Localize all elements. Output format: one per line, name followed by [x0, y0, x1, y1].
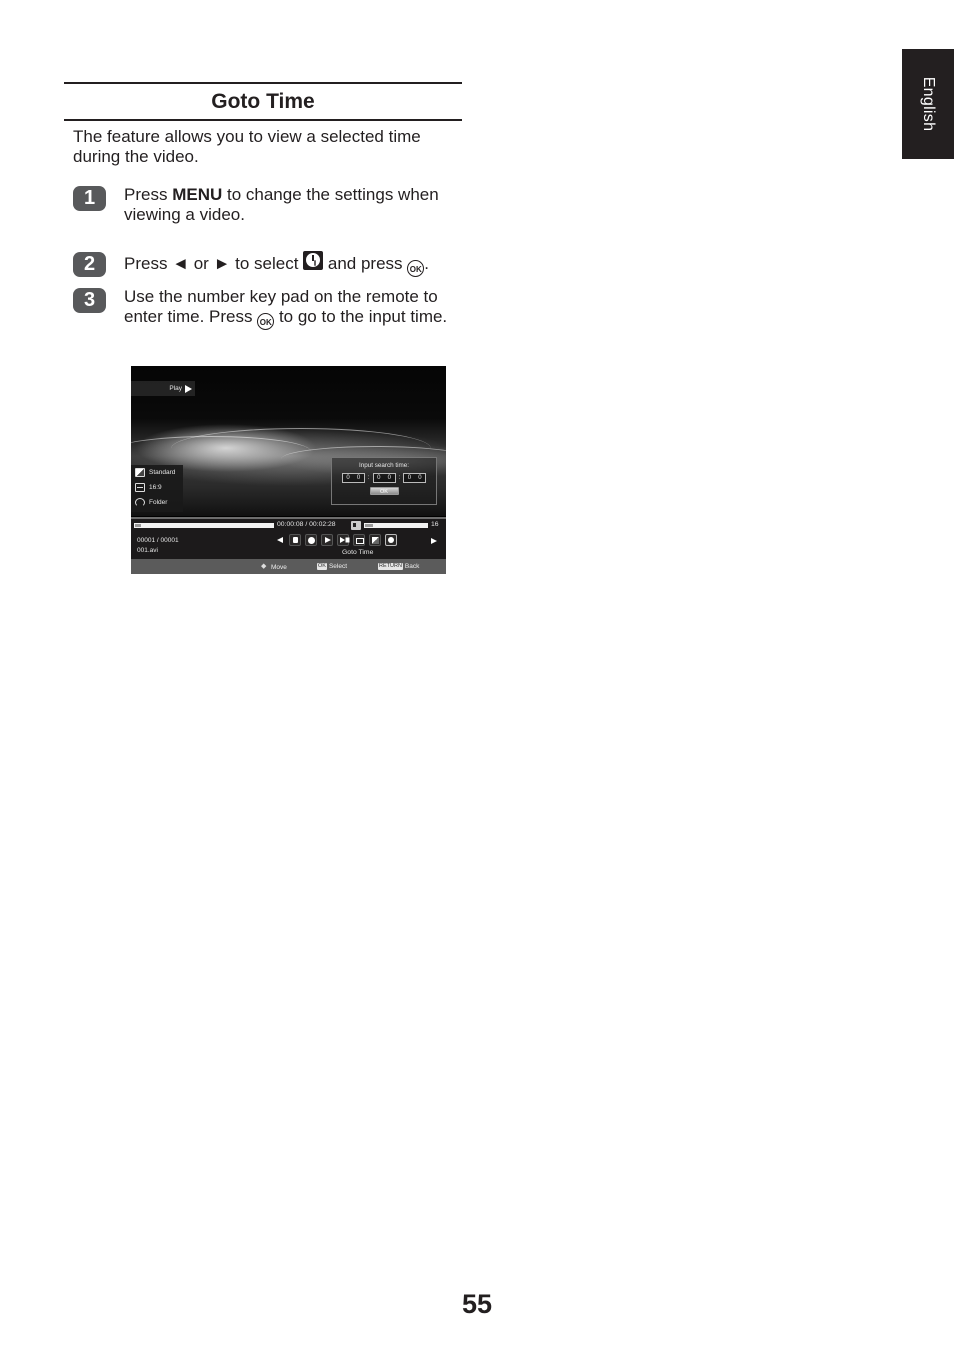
play-status-label: Play: [169, 385, 182, 392]
picture-mode-icon: [135, 468, 145, 477]
picture-icon[interactable]: [369, 534, 381, 546]
digit: 0: [377, 475, 381, 481]
play-icon: [185, 384, 192, 393]
progress-fill: [134, 523, 142, 528]
next-icon[interactable]: [337, 534, 349, 546]
digit: 0: [387, 475, 391, 481]
step-number-badge: 1: [73, 186, 106, 211]
menu-item-picture-mode[interactable]: Standard: [131, 465, 183, 480]
hours-field[interactable]: 0 0: [341, 473, 365, 483]
control-icon-row: [277, 534, 397, 546]
file-index: 00001 / 00001: [137, 537, 179, 544]
move-icon: [261, 562, 269, 571]
seconds-field[interactable]: 0 0: [403, 473, 427, 483]
aspect-ratio-icon: [135, 483, 145, 492]
menu-item-repeat[interactable]: Folder: [131, 495, 183, 510]
scroll-right-icon[interactable]: [431, 538, 437, 544]
selected-control-label: Goto Time: [342, 549, 374, 556]
help-move: Move: [261, 562, 287, 571]
playback-control-panel: 00:00:08 / 00:02:28 16 00001 / 00001 001…: [131, 517, 446, 561]
ok-key-chip: OK: [317, 563, 327, 570]
digit: 0: [356, 475, 361, 481]
step-forward-icon[interactable]: [321, 534, 333, 546]
digit: 0: [418, 475, 422, 481]
scroll-left-icon[interactable]: [277, 537, 283, 543]
tv-screen-illustration: Play Standard 16:9 Folder Input search t…: [131, 366, 446, 574]
language-label: English: [920, 76, 937, 132]
search-ok-button[interactable]: OK: [369, 487, 399, 495]
section-header: Goto Time: [64, 82, 462, 121]
intro-text: The feature allows you to view a selecte…: [73, 127, 421, 166]
volume-icon: [351, 521, 361, 530]
volume-bar[interactable]: [364, 523, 428, 528]
time-separator: :: [367, 475, 370, 481]
menu-key-label: MENU: [172, 185, 223, 204]
step-number-badge: 2: [73, 252, 106, 277]
text-part: .: [424, 254, 429, 273]
step-text: Use the number key pad on the remote to …: [124, 287, 464, 330]
step-text: Press ◄ or ► to select and press OK.: [124, 251, 464, 277]
goto-time-icon: [303, 251, 324, 270]
minutes-field[interactable]: 0 0: [372, 473, 396, 483]
goto-time-icon[interactable]: [385, 534, 397, 546]
quick-settings-menu: Standard 16:9 Folder: [131, 465, 183, 512]
text-part: Press: [124, 185, 173, 204]
search-time-dialog: Input search time: 0 0 : 0 0 : 0 0 OK: [331, 457, 437, 505]
step-number-badge: 3: [73, 288, 106, 313]
help-select: OK Select: [317, 563, 347, 570]
digit: 0: [346, 475, 350, 481]
volume-fill: [364, 523, 375, 528]
repeat-icon: [135, 498, 145, 507]
page-number: 55: [461, 1289, 493, 1319]
time-separator: :: [398, 475, 401, 481]
menu-item-aspect-ratio[interactable]: 16:9: [131, 480, 183, 495]
volume-level: 16: [431, 521, 439, 528]
menu-item-label: Standard: [149, 469, 176, 476]
help-label: Select: [328, 563, 348, 570]
play-status-bar: Play: [131, 381, 195, 396]
help-label: Back: [404, 563, 420, 570]
step-text: Press MENU to change the settings when v…: [124, 185, 464, 225]
ok-button-icon: OK: [407, 260, 425, 277]
menu-item-label: Folder: [149, 499, 168, 506]
search-time-label: Input search time:: [358, 462, 410, 469]
aspect-icon[interactable]: [353, 534, 365, 546]
ok-button-icon: OK: [257, 313, 275, 330]
digit: 0: [407, 475, 412, 481]
text-part: and press: [323, 254, 408, 273]
menu-item-label: 16:9: [149, 484, 162, 491]
section-title: Goto Time: [211, 89, 315, 113]
language-tab: English: [902, 49, 954, 159]
text-part: Press ◄ or ► to select: [124, 254, 304, 273]
return-key-chip: RETURN: [378, 563, 403, 570]
time-input-group: 0 0 : 0 0 : 0 0: [332, 473, 436, 483]
help-label: Move: [271, 563, 287, 571]
help-back: RETURN Back: [378, 563, 419, 570]
playlist-icon[interactable]: [289, 534, 301, 546]
playback-time: 00:00:08 / 00:02:28: [277, 521, 336, 528]
file-name: 001.avi: [137, 547, 158, 554]
playback-progress-bar[interactable]: [134, 523, 274, 528]
text-part: to go to the input time.: [274, 307, 448, 326]
info-icon[interactable]: [305, 534, 317, 546]
help-bar: Move OK Select RETURN Back: [131, 559, 446, 574]
